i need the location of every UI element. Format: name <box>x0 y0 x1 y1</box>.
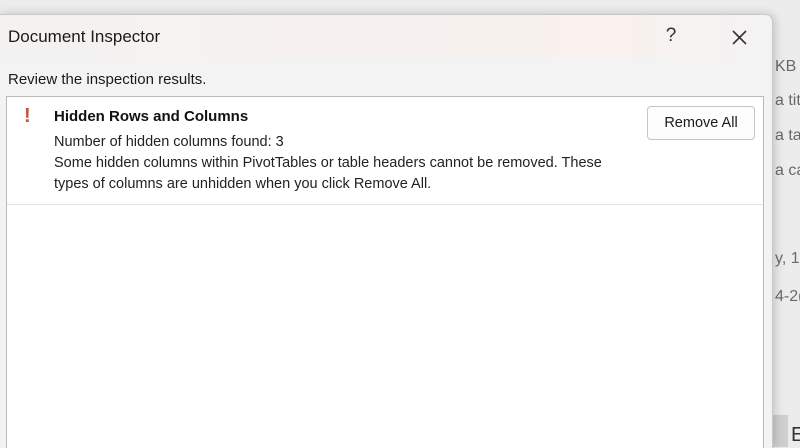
background-text: a ca <box>775 162 800 179</box>
remove-all-button[interactable]: Remove All <box>647 106 755 140</box>
dialog-title-bar: Document Inspector ? <box>0 15 772 59</box>
dialog-subtitle: Review the inspection results. <box>8 71 207 88</box>
result-detail-note: types of columns are unhidden when you c… <box>54 176 432 192</box>
help-button[interactable]: ? <box>656 21 686 51</box>
background-glyph: E <box>791 424 800 446</box>
warning-exclamation-icon: ! <box>24 105 31 127</box>
result-detail-count: Number of hidden columns found: 3 <box>54 134 284 150</box>
background-text: a ta <box>775 127 800 144</box>
close-icon <box>732 30 747 45</box>
background-text: y, 1 <box>775 250 800 267</box>
inspection-results-list: ! Hidden Rows and Columns Number of hidd… <box>6 96 764 448</box>
result-item-hidden-rows-columns: ! Hidden Rows and Columns Number of hidd… <box>7 97 763 205</box>
document-inspector-dialog: Document Inspector ? Review the inspecti… <box>0 14 773 448</box>
background-text: 4-2( <box>775 288 800 305</box>
close-button[interactable] <box>722 21 756 53</box>
dialog-title: Document Inspector <box>8 27 161 46</box>
background-text: KB <box>775 58 797 75</box>
result-detail-note: Some hidden columns within PivotTables o… <box>54 155 602 171</box>
result-title: Hidden Rows and Columns <box>54 108 249 125</box>
background-text: a tit <box>775 92 800 109</box>
